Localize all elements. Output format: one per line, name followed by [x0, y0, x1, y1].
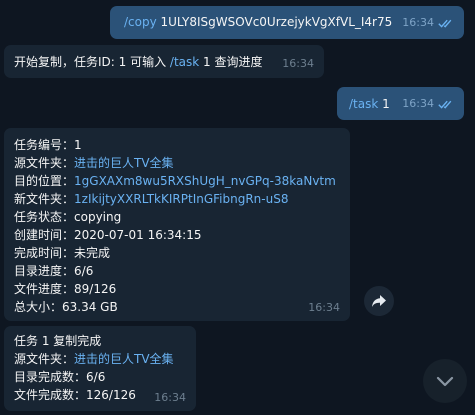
- start-text: 开始复制，任务ID: 1 可输入: [14, 55, 170, 69]
- copy-command-arg: 1ULY8ISgWSOVc0UrzejykVgXfVL_I4r75: [156, 15, 393, 29]
- double-check-icon: [438, 19, 452, 28]
- status-label: 创建时间：: [14, 228, 75, 242]
- message-time: 16:34: [154, 391, 186, 404]
- message-meta: 16:34: [154, 389, 186, 407]
- message-meta: 16:34: [402, 95, 454, 113]
- copy-command-link[interactable]: /copy: [124, 15, 157, 29]
- complete-title: 任务 1 复制完成: [14, 334, 102, 348]
- new-folder-link[interactable]: 1zIkijtyXXRLTkKIRPtInGFibngRn-uS8: [74, 192, 288, 206]
- status-row-id: 任务编号：1: [14, 136, 350, 154]
- outgoing-message-copy: /copy 1ULY8ISgWSOVc0UrzejykVgXfVL_I4r75 …: [110, 6, 464, 39]
- status-row-state: 任务状态：copying: [14, 208, 350, 226]
- message-meta: 16:34: [282, 55, 314, 73]
- status-row-dir-progress: 目录进度：6/6: [14, 262, 350, 280]
- status-label: 目的位置：: [14, 174, 75, 188]
- status-label: 目录进度：: [14, 264, 75, 278]
- complete-label: 源文件夹：: [14, 352, 75, 366]
- status-label: 任务编号：: [14, 138, 75, 152]
- task-command-link[interactable]: /task: [349, 97, 378, 111]
- complete-value: 126/126: [86, 388, 136, 402]
- status-value: 89/126: [74, 282, 117, 296]
- message-meta: 16:34: [402, 14, 454, 32]
- status-row-file-progress: 文件进度：89/126: [14, 280, 350, 298]
- status-value: 63.34 GB: [62, 300, 118, 314]
- start-text-tail: 1 查询进度: [199, 55, 263, 69]
- message-meta: 16:34: [308, 299, 340, 317]
- status-value: 未完成: [74, 246, 111, 260]
- scroll-to-bottom-button[interactable]: [423, 359, 467, 403]
- double-check-icon: [438, 100, 452, 109]
- chevron-down-icon: [436, 376, 454, 386]
- complete-row-source-folder: 源文件夹：进击的巨人TV全集: [14, 350, 196, 368]
- status-row-source-folder: 源文件夹：进击的巨人TV全集: [14, 154, 350, 172]
- status-value: copying: [74, 210, 122, 224]
- incoming-message-task-status: 任务编号：1 源文件夹：进击的巨人TV全集 目的位置：1gGXAXm8wu5RX…: [4, 128, 350, 321]
- message-time: 16:34: [402, 16, 434, 29]
- complete-label: 文件完成数：: [14, 388, 87, 402]
- incoming-message-start: 开始复制，任务ID: 1 可输入 /task 1 查询进度 16:34: [4, 45, 324, 78]
- source-folder-link[interactable]: 进击的巨人TV全集: [74, 352, 174, 366]
- complete-value: 6/6: [86, 370, 106, 384]
- task-command-link[interactable]: /task: [170, 55, 199, 69]
- status-value: 1: [74, 138, 82, 152]
- status-value: 6/6: [74, 264, 94, 278]
- status-label: 完成时间：: [14, 246, 75, 260]
- status-label: 源文件夹：: [14, 156, 75, 170]
- status-label: 任务状态：: [14, 210, 75, 224]
- message-time: 16:34: [308, 301, 340, 314]
- status-label: 总大小：: [14, 300, 63, 314]
- incoming-message-task-complete: 任务 1 复制完成 源文件夹：进击的巨人TV全集 目录完成数：6/6 文件完成数…: [4, 326, 196, 411]
- outgoing-message-task: /task 1 16:34: [337, 87, 464, 120]
- complete-label: 目录完成数：: [14, 370, 87, 384]
- status-row-total-size: 总大小：63.34 GB: [14, 298, 350, 316]
- task-command-arg: 1: [378, 97, 390, 111]
- status-row-new-folder: 新文件夹：1zIkijtyXXRLTkKIRPtInGFibngRn-uS8: [14, 190, 350, 208]
- message-time: 16:34: [402, 97, 434, 110]
- complete-row-dirs: 目录完成数：6/6: [14, 368, 196, 386]
- source-folder-link[interactable]: 进击的巨人TV全集: [74, 156, 174, 170]
- destination-link[interactable]: 1gGXAXm8wu5RXShUgH_nvGPq-38kaNvtm: [74, 174, 336, 188]
- status-label: 新文件夹：: [14, 192, 75, 206]
- forward-arrow-icon: [372, 295, 386, 307]
- status-row-finished: 完成时间：未完成: [14, 244, 350, 262]
- status-row-created: 创建时间：2020-07-01 16:34:15: [14, 226, 350, 244]
- message-time: 16:34: [282, 57, 314, 70]
- forward-button[interactable]: [364, 286, 394, 316]
- status-row-destination: 目的位置：1gGXAXm8wu5RXShUgH_nvGPq-38kaNvtm: [14, 172, 350, 190]
- status-value: 2020-07-01 16:34:15: [74, 228, 202, 242]
- status-label: 文件进度：: [14, 282, 75, 296]
